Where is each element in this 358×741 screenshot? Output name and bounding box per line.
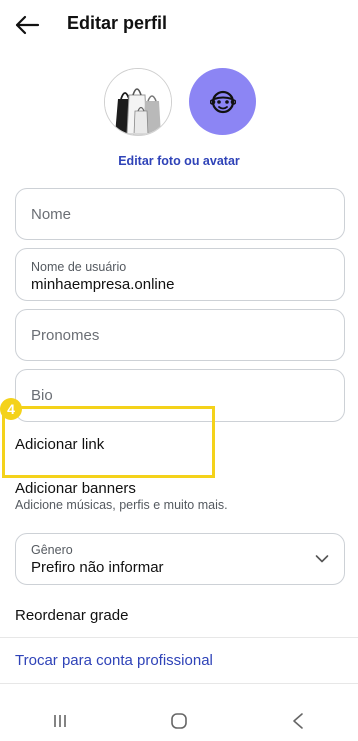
divider xyxy=(0,637,358,638)
pronouns-placeholder: Pronomes xyxy=(31,327,100,344)
step-badge: 4 xyxy=(0,398,22,420)
recent-apps-icon xyxy=(53,714,66,727)
home-button[interactable] xyxy=(149,706,209,736)
gender-label: Gênero xyxy=(31,543,73,557)
gender-select[interactable]: Gênero Prefiro não informar xyxy=(15,533,345,585)
reorder-grid-button[interactable]: Reordenar grade xyxy=(15,607,128,624)
profile-photo[interactable] xyxy=(104,68,172,136)
name-placeholder: Nome xyxy=(31,206,72,223)
add-link-button[interactable]: Adicionar link xyxy=(15,436,104,453)
chevron-down-icon xyxy=(315,555,329,563)
system-nav-bar xyxy=(0,700,358,741)
page-title: Editar perfil xyxy=(67,13,168,33)
username-field[interactable]: Nome de usuário minhaempresa.online xyxy=(15,248,345,301)
name-field[interactable]: Nome xyxy=(15,188,345,240)
monkey-face-icon xyxy=(209,90,236,113)
arrow-left-icon xyxy=(15,15,40,35)
nav-back-icon xyxy=(293,712,304,729)
add-banners-description: Adicione músicas, perfis e muito mais. xyxy=(15,498,228,512)
bio-placeholder: Bio xyxy=(31,387,53,404)
nav-back-button[interactable] xyxy=(268,706,328,736)
back-button[interactable] xyxy=(12,10,42,40)
switch-professional-link[interactable]: Trocar para conta profissional xyxy=(15,652,213,669)
gender-value: Prefiro não informar xyxy=(31,559,164,576)
home-circle-icon xyxy=(171,712,187,729)
divider xyxy=(0,683,358,684)
avatar-button[interactable] xyxy=(189,68,256,135)
edit-profile-screen: Editar perfil Editar foto ou avatar Nome… xyxy=(0,0,358,741)
pronouns-field[interactable]: Pronomes xyxy=(15,309,345,361)
shopping-bags-photo xyxy=(105,69,171,135)
header: Editar perfil xyxy=(0,0,358,50)
edit-photo-link[interactable]: Editar foto ou avatar xyxy=(0,154,358,168)
username-value: minhaempresa.online xyxy=(31,276,175,293)
recent-apps-button[interactable] xyxy=(30,706,90,736)
username-label: Nome de usuário xyxy=(31,260,127,274)
add-banners-button[interactable]: Adicionar banners xyxy=(15,480,136,497)
